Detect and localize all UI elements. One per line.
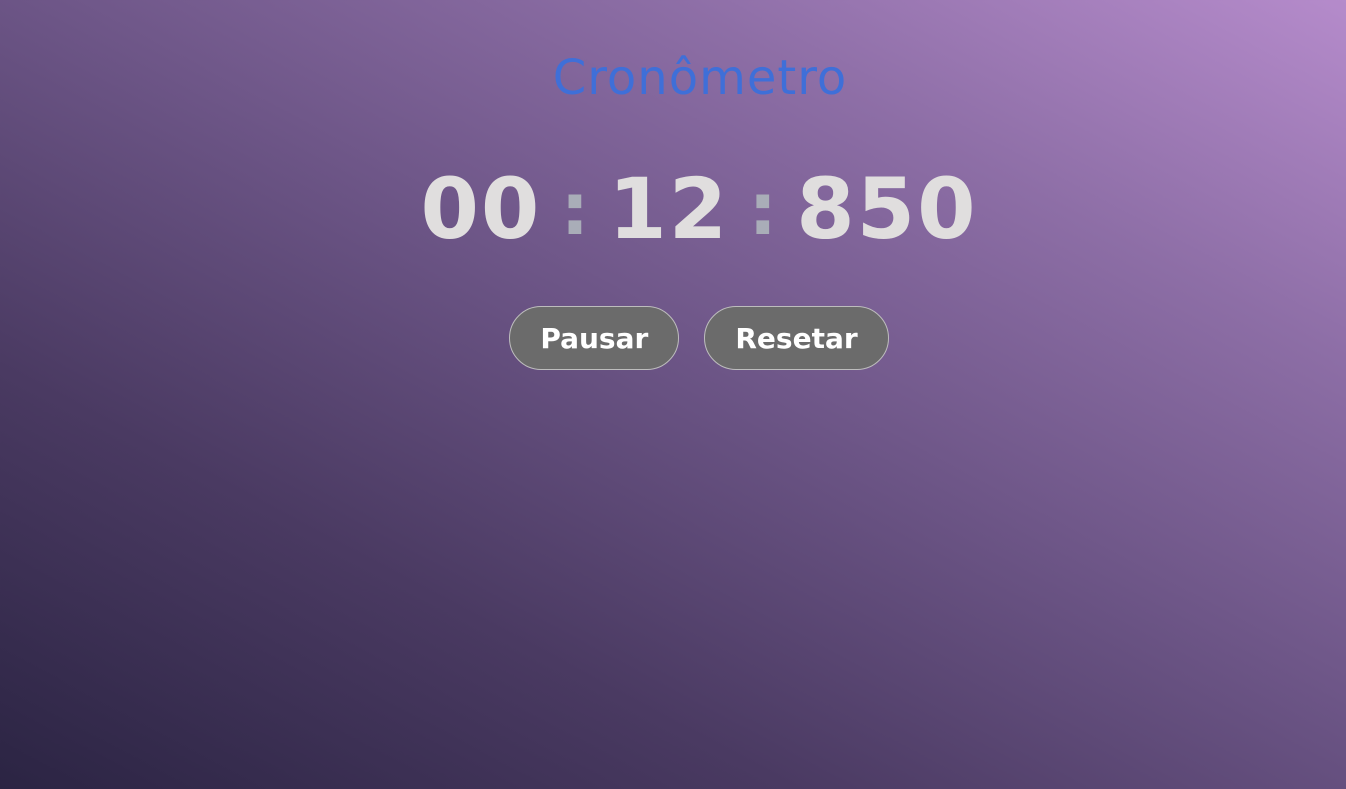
timer-seconds: 12: [608, 159, 730, 258]
timer-display: 00 : 12 : 850: [0, 160, 1346, 257]
timer-milliseconds: 850: [796, 159, 978, 258]
timer-separator-1: :: [560, 166, 590, 251]
timer-minutes: 00: [420, 159, 542, 258]
page-title: Cronômetro: [552, 50, 848, 106]
timer-separator-2: :: [748, 166, 778, 251]
pause-button[interactable]: Pausar: [509, 306, 680, 370]
timer-controls: Pausar Resetar: [0, 306, 1346, 370]
reset-button[interactable]: Resetar: [704, 306, 889, 370]
stopwatch-page: Cronômetro 00 : 12 : 850 Pausar Resetar: [0, 0, 1346, 789]
